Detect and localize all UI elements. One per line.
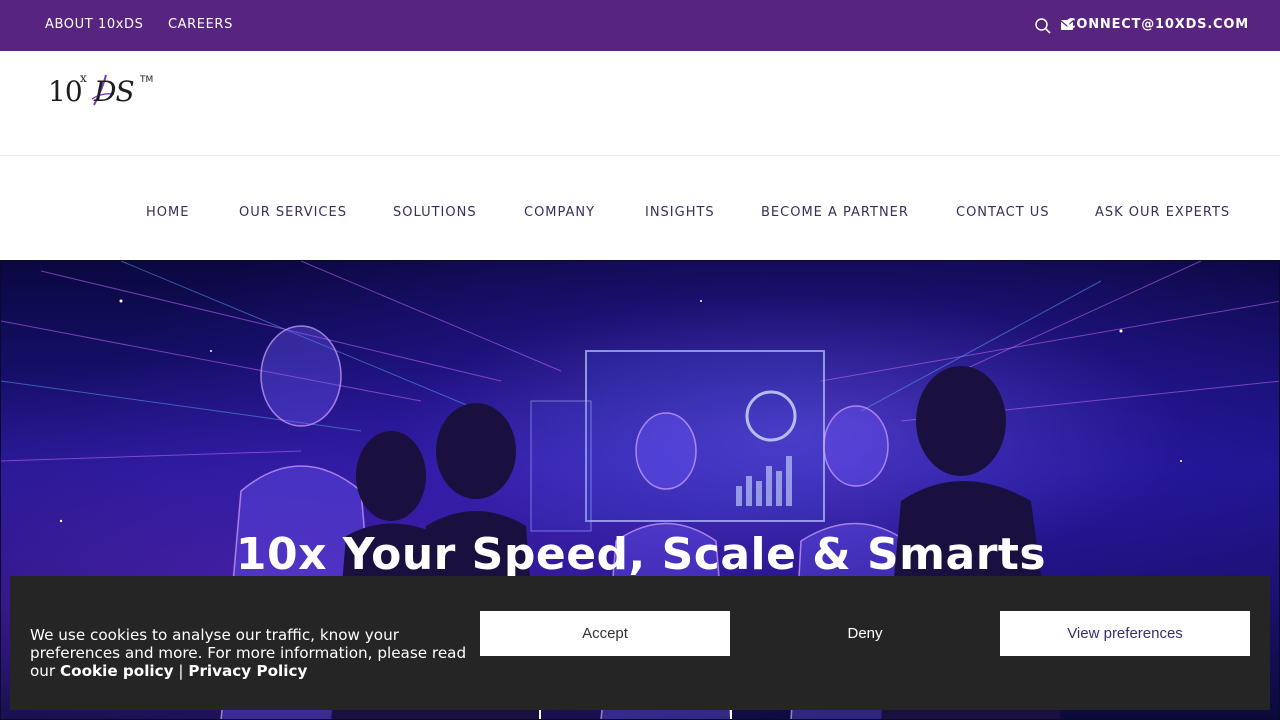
careers-link[interactable]: CAREERS [168,17,233,32]
nav-become-a-partner[interactable]: BECOME A PARTNER [761,205,909,220]
accept-button[interactable]: Accept [480,611,730,656]
search-icon[interactable] [1034,17,1052,35]
cookie-banner: We use cookies to analyse our traffic, k… [10,576,1270,710]
nav-solutions[interactable]: SOLUTIONS [393,205,477,220]
nav-our-services[interactable]: OUR SERVICES [239,205,347,220]
top-bar: ABOUT 10xDS CAREERS CONNECT@10XDS.COM [0,0,1280,51]
contact-email-link[interactable]: CONNECT@10XDS.COM [1066,17,1249,32]
logo[interactable]: 10 x DS TM [48,71,158,111]
cookie-policy-link[interactable]: Cookie policy [60,662,174,680]
logo-x: x [80,71,87,85]
nav-company[interactable]: COMPANY [524,205,595,220]
logo-ten: 10 [48,75,83,108]
privacy-policy-link[interactable]: Privacy Policy [188,662,307,680]
logo-tm: TM [140,75,154,85]
hero-headline: 10x Your Speed, Scale & Smarts [235,529,1047,580]
about-link[interactable]: ABOUT 10xDS [45,17,144,32]
nav-ask-our-experts[interactable]: ASK OUR EXPERTS [1095,205,1230,220]
nav-insights[interactable]: INSIGHTS [645,205,715,220]
nav-contact-us[interactable]: CONTACT US [956,205,1050,220]
cookie-message: We use cookies to analyse our traffic, k… [30,626,480,680]
main-nav: HOME OUR SERVICES SOLUTIONS COMPANY INSI… [0,157,1280,260]
view-preferences-button[interactable]: View preferences [1000,611,1250,656]
logo-ds: DS [94,75,135,108]
nav-home[interactable]: HOME [146,205,189,220]
logo-band: 10 x DS TM [0,51,1280,156]
cookie-separator: | [173,662,189,680]
deny-button[interactable]: Deny [740,611,990,656]
